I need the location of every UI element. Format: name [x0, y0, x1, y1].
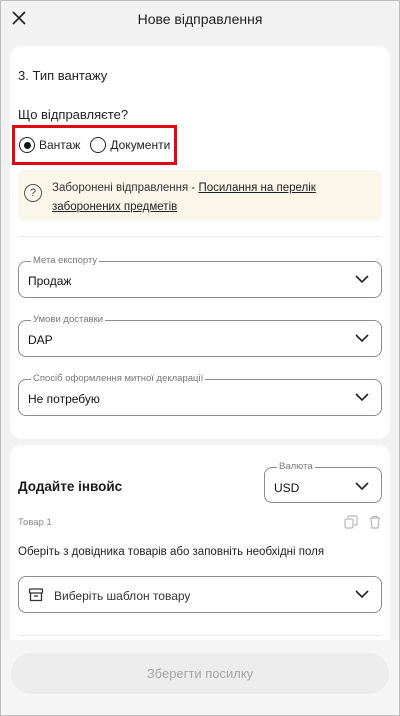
invoice-card: Додайте інвойс Валюта USD Товар 1 Оберіт…: [10, 445, 390, 645]
currency-value: USD: [274, 481, 300, 495]
save-parcel-button[interactable]: Зберегти посилку: [11, 653, 389, 694]
divider: [18, 635, 382, 636]
radio-checked-icon: [19, 137, 35, 153]
cargo-type-card: 3. Тип вантажу Що відправляєте? Вантаж Д…: [10, 46, 390, 439]
trash-icon[interactable]: [368, 515, 382, 529]
customs-method-label: Спосіб оформлення митної декларації: [31, 373, 206, 385]
radio-unchecked-icon: [90, 137, 107, 153]
currency-label: Валюта: [277, 461, 315, 473]
radio-documents-label: Документи: [110, 138, 171, 152]
radio-documents[interactable]: Документи: [90, 137, 170, 153]
divider: [18, 236, 382, 237]
delivery-terms-label: Умови доставки: [31, 314, 106, 326]
notice-text: Заборонені відправлення -: [52, 182, 199, 194]
export-purpose-label: Мета експорту: [31, 255, 100, 267]
radio-cargo[interactable]: Вантаж: [19, 137, 80, 153]
chevron-down-icon: [355, 334, 369, 343]
export-purpose-select[interactable]: Мета експорту Продаж: [18, 255, 382, 298]
prohibited-items-notice: ? Заборонені відправлення - Посилання на…: [18, 170, 382, 221]
close-icon[interactable]: [10, 9, 28, 27]
item-label: Товар 1: [18, 517, 52, 528]
chevron-down-icon: [355, 482, 369, 491]
product-template-placeholder: Виберіть шаблон товару: [54, 589, 191, 603]
chevron-down-icon: [355, 590, 369, 599]
customs-method-value: Не потребую: [28, 392, 100, 406]
copy-icon[interactable]: [344, 515, 358, 529]
delivery-terms-value: DAP: [28, 333, 53, 347]
invoice-hint: Оберіть з довідника товарів або заповніт…: [18, 546, 325, 558]
archive-box-icon: [28, 588, 44, 602]
chevron-down-icon: [355, 393, 369, 402]
page-title: Нове відправлення: [137, 11, 263, 27]
delivery-terms-select[interactable]: Умови доставки DAP: [18, 314, 382, 357]
header: Нове відправлення: [0, 0, 400, 38]
question-mark-icon: ?: [24, 184, 42, 202]
invoice-title: Додайте інвойс: [18, 479, 123, 494]
chevron-down-icon: [355, 275, 369, 284]
radio-cargo-label: Вантаж: [39, 138, 81, 152]
customs-method-select[interactable]: Спосіб оформлення митної декларації Не п…: [18, 373, 382, 416]
section-title: 3. Тип вантажу: [18, 68, 108, 83]
export-purpose-value: Продаж: [28, 274, 72, 288]
currency-select[interactable]: Валюта USD: [264, 461, 382, 503]
product-template-select[interactable]: Виберіть шаблон товару: [18, 576, 382, 613]
question-label: Що відправляєте?: [18, 107, 129, 122]
cargo-type-radio-group: Вантаж Документи: [12, 125, 177, 165]
